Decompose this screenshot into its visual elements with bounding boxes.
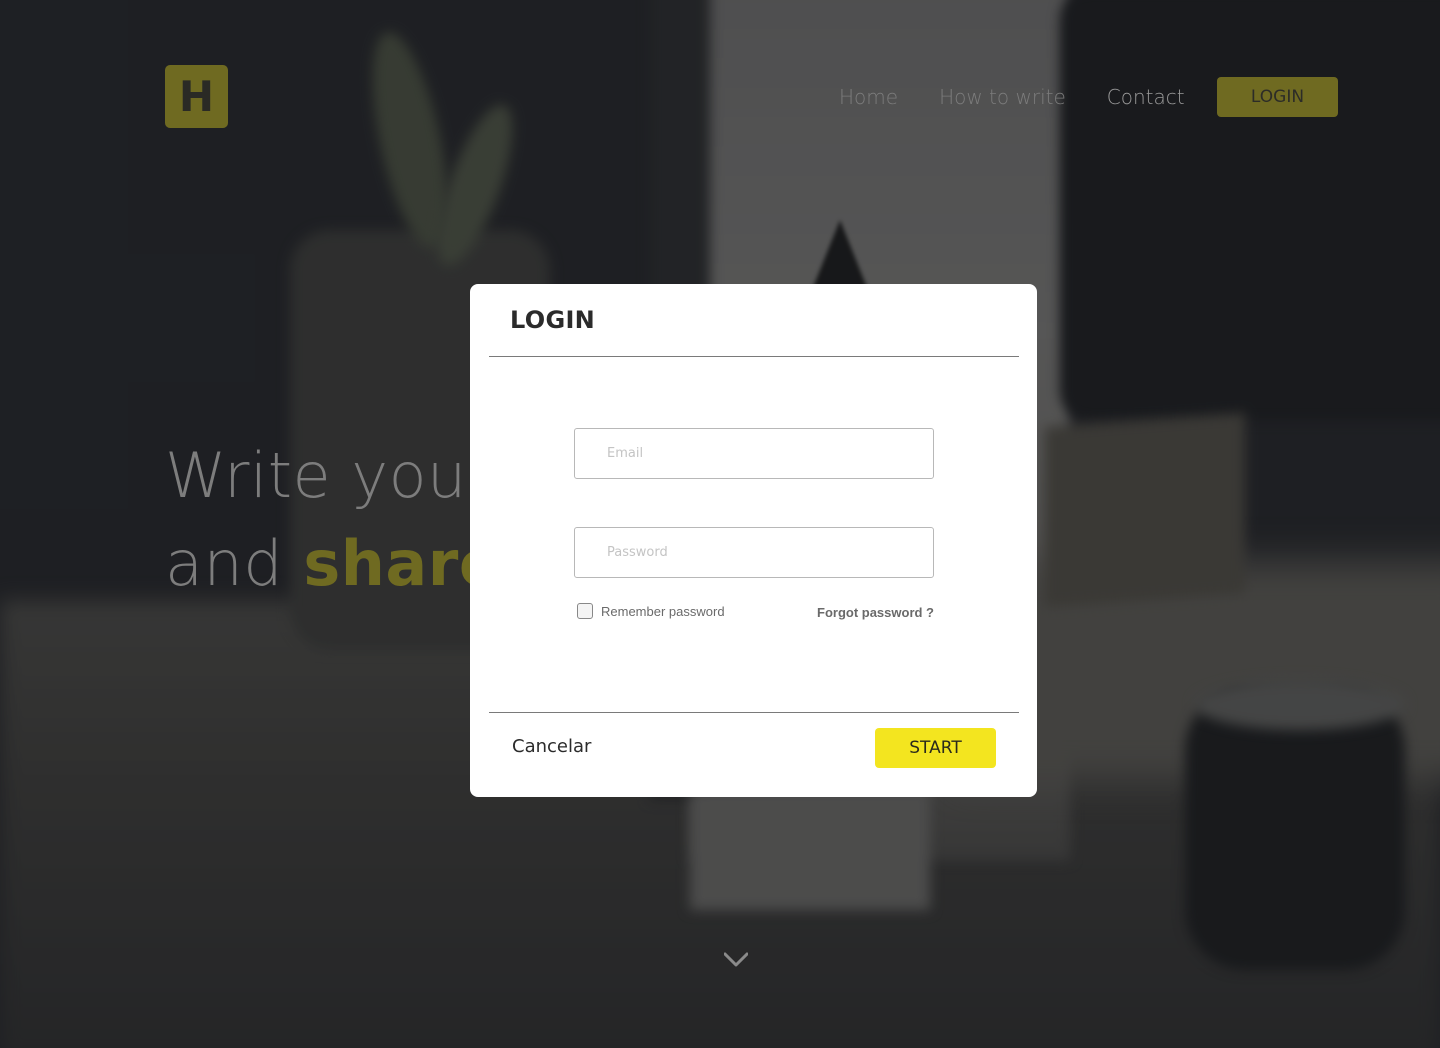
header-login-button[interactable]: LOGIN [1217, 77, 1338, 117]
hero-line-2-prefix: and [165, 527, 284, 600]
login-modal: LOGIN Remember password Forgot password … [470, 284, 1037, 797]
chevron-down-icon[interactable] [724, 948, 748, 972]
nav-how-to-write[interactable]: How to write [939, 84, 1066, 110]
modal-footer-divider [489, 712, 1019, 713]
email-field[interactable] [574, 428, 934, 479]
password-field[interactable] [574, 527, 934, 578]
cancel-button[interactable]: Cancelar [512, 736, 591, 757]
nav-contact[interactable]: Contact [1107, 84, 1185, 110]
hero-headline: Write your and share [165, 432, 501, 608]
hero-line-1: Write your [165, 439, 493, 512]
main-nav: Home How to write Contact [839, 84, 1185, 110]
hero-line-2: and share [165, 520, 501, 608]
modal-title: LOGIN [510, 306, 596, 334]
remember-password-checkbox[interactable] [577, 603, 593, 619]
page: H Home How to write Contact LOGIN Write … [0, 0, 1440, 1048]
remember-password-option[interactable]: Remember password [577, 603, 725, 619]
logo-letter: H [178, 72, 215, 121]
forgot-password-link[interactable]: Forgot password ? [817, 605, 934, 620]
modal-header-divider [489, 356, 1019, 357]
nav-home[interactable]: Home [839, 84, 898, 110]
start-button[interactable]: START [875, 728, 996, 768]
site-logo[interactable]: H [165, 65, 228, 128]
remember-password-label: Remember password [601, 603, 725, 619]
